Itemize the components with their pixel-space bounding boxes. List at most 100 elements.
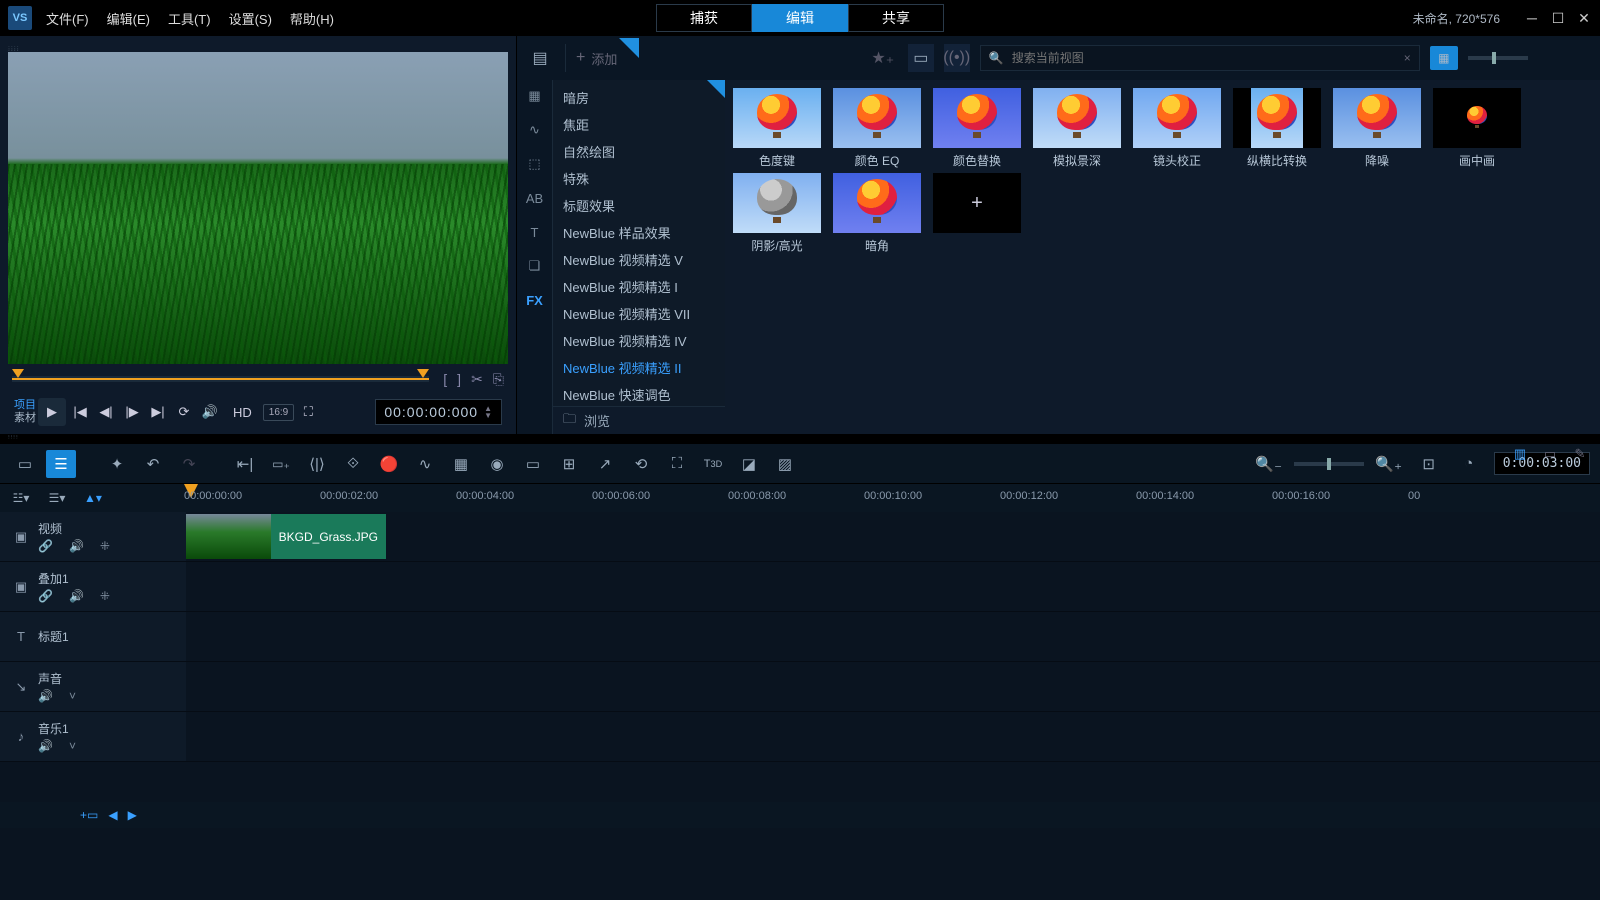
panel-tab-fx-icon[interactable]: FX xyxy=(524,290,546,310)
panel-tab-transition-icon[interactable]: ⬚ xyxy=(524,154,546,174)
tool-6-icon[interactable]: ∿ xyxy=(410,450,440,478)
mute-icon[interactable]: 🔊 xyxy=(69,539,84,553)
zoom-out-icon[interactable]: 🔍₋ xyxy=(1254,450,1284,478)
minimize-icon[interactable]: ─ xyxy=(1524,10,1540,26)
tool-15-icon[interactable]: ◪ xyxy=(734,450,764,478)
menu-tools[interactable]: 工具(T) xyxy=(168,9,211,28)
library-icon[interactable]: ▤ xyxy=(525,44,555,72)
menu-edit[interactable]: 编辑(E) xyxy=(107,9,150,28)
repeat-icon[interactable]: ⟳ xyxy=(172,400,196,424)
panel-tab-audio-icon[interactable]: ∿ xyxy=(524,120,546,140)
category-item[interactable]: NewBlue 样品效果 xyxy=(553,219,725,246)
expand-icon[interactable]: ⛶ xyxy=(296,400,320,424)
preview-mode[interactable]: 项目 素材 xyxy=(14,399,36,425)
snapshot-icon[interactable]: ⎘ xyxy=(493,371,504,388)
effect-thumb[interactable]: 镜头校正 xyxy=(1129,88,1225,169)
redo-icon[interactable]: ↷ xyxy=(174,450,204,478)
split-icon[interactable]: ✂ xyxy=(471,371,483,388)
mute-icon[interactable]: 🔊 xyxy=(38,739,53,753)
aspect-ratio-badge[interactable]: 16:9 xyxy=(263,404,294,421)
link-icon[interactable]: 🔗 xyxy=(38,539,53,553)
layout-c-icon[interactable]: ✎ xyxy=(1568,444,1592,464)
video-clip[interactable]: BKGD_Grass.JPG xyxy=(186,514,386,559)
add-track-button[interactable]: +▭ xyxy=(80,808,98,822)
zoom-in-icon[interactable]: 🔍₊ xyxy=(1374,450,1404,478)
effect-thumb[interactable]: 纵横比转换 xyxy=(1229,88,1325,169)
effect-thumb[interactable]: 颜色 EQ xyxy=(829,88,925,169)
zoom-slider[interactable] xyxy=(1294,462,1364,466)
favorite-corner-icon[interactable] xyxy=(619,38,639,58)
mode-project[interactable]: 项目 xyxy=(14,399,36,412)
play-button[interactable]: ▶ xyxy=(38,398,66,426)
maximize-icon[interactable]: ☐ xyxy=(1550,10,1566,26)
category-item[interactable]: NewBlue 视频精选 IV xyxy=(553,327,725,354)
panel-tab-media-icon[interactable]: ▦ xyxy=(524,86,546,106)
undo-icon[interactable]: ↶ xyxy=(138,450,168,478)
menu-help[interactable]: 帮助(H) xyxy=(290,9,334,28)
track-lane[interactable] xyxy=(186,712,1600,761)
effect-thumb[interactable]: 色度键 xyxy=(729,88,825,169)
view-a-icon[interactable]: ▭ xyxy=(908,44,934,72)
track-header[interactable]: ↘ 声音 🔊 ˅ xyxy=(0,662,186,711)
panel-tab-title-icon[interactable]: AB xyxy=(524,188,546,208)
storyboard-view-icon[interactable]: ▭ xyxy=(10,450,40,478)
fx-icon[interactable]: ⁜ xyxy=(100,589,110,603)
tool-10-icon[interactable]: ⊞ xyxy=(554,450,584,478)
category-item[interactable]: 焦距 xyxy=(553,111,725,138)
mute-icon[interactable]: 🔊 xyxy=(69,589,84,603)
tool-9-icon[interactable]: ▭ xyxy=(518,450,548,478)
effect-thumb[interactable]: 模拟景深 xyxy=(1029,88,1125,169)
prev-frame-icon[interactable]: ◀| xyxy=(94,400,118,424)
favorites-icon[interactable]: ★₊ xyxy=(868,44,898,72)
track-header[interactable]: ▣ 视频 🔗 🔊 ⁜ xyxy=(0,512,186,561)
duration-icon[interactable]: ◔ xyxy=(1454,450,1484,478)
menu-file[interactable]: 文件(F) xyxy=(46,9,89,28)
mark-in-icon[interactable]: [ xyxy=(443,371,447,388)
goto-start-icon[interactable]: |◀ xyxy=(68,400,92,424)
tool-5-icon[interactable]: 🔴 xyxy=(374,450,404,478)
category-item[interactable]: 暗房 xyxy=(553,84,725,111)
tool-16-icon[interactable]: ▨ xyxy=(770,450,800,478)
time-ruler[interactable]: 00:00:00:00 00:00:02:00 00:00:04:00 00:0… xyxy=(184,484,1590,512)
tool-2-icon[interactable]: ▭₊ xyxy=(266,450,296,478)
add-button[interactable]: +添加 xyxy=(576,49,617,68)
mark-out-icon[interactable]: ] xyxy=(457,371,461,388)
category-item[interactable]: NewBlue 视频精选 V xyxy=(553,246,725,273)
panel-tab-text-icon[interactable]: T xyxy=(524,222,546,242)
thumbnail-size-slider[interactable] xyxy=(1468,56,1528,60)
tool-1-icon[interactable]: ⇤| xyxy=(230,450,260,478)
tool-8-icon[interactable]: ◉ xyxy=(482,450,512,478)
category-item[interactable]: NewBlue 视频精选 I xyxy=(553,273,725,300)
timecode-display[interactable]: 00:00:00:000 ▲▼ xyxy=(375,399,502,425)
search-box[interactable]: 🔍 × xyxy=(980,45,1420,71)
tool-7-icon[interactable]: ▦ xyxy=(446,450,476,478)
tools-icon[interactable]: ✦ xyxy=(102,450,132,478)
next-frame-icon[interactable]: |▶ xyxy=(120,400,144,424)
track-header[interactable]: ▣ 叠加1 🔗 🔊 ⁜ xyxy=(0,562,186,611)
track-lane[interactable] xyxy=(186,562,1600,611)
track-lane[interactable]: BKGD_Grass.JPG xyxy=(186,512,1600,561)
category-item[interactable]: NewBlue 快速调色 xyxy=(553,381,725,406)
fit-icon[interactable]: ⊡ xyxy=(1414,450,1444,478)
track-header[interactable]: ♪ 音乐1 🔊 ˅ xyxy=(0,712,186,761)
category-item[interactable]: 标题效果 xyxy=(553,192,725,219)
link-icon[interactable]: 🔗 xyxy=(38,589,53,603)
category-item[interactable]: 特殊 xyxy=(553,165,725,192)
scroll-left-icon[interactable]: ◀ xyxy=(108,808,117,822)
fx-icon[interactable]: ⁜ xyxy=(100,539,110,553)
timecode-stepper[interactable]: ▲▼ xyxy=(484,405,493,419)
effect-thumb[interactable]: 阴影/高光 xyxy=(729,173,825,254)
effect-thumb[interactable]: 暗角 xyxy=(829,173,925,254)
timeline-view-icon[interactable]: ☰ xyxy=(46,450,76,478)
tool-12-icon[interactable]: ⟲ xyxy=(626,450,656,478)
tool-13-icon[interactable]: ⛶ xyxy=(662,450,692,478)
add-effect-button[interactable]: + xyxy=(929,173,1025,254)
track-expand-icon[interactable]: ▲▾ xyxy=(82,488,104,508)
track-lane[interactable] xyxy=(186,662,1600,711)
mute-icon[interactable]: 🔊 xyxy=(38,689,53,703)
tool-4-icon[interactable]: ⟐ xyxy=(338,450,368,478)
expand-icon[interactable]: ˅ xyxy=(69,739,76,753)
clear-search-icon[interactable]: × xyxy=(1404,51,1411,65)
track-options-icon[interactable]: ☳▾ xyxy=(10,488,32,508)
category-item[interactable]: NewBlue 视频精选 VII xyxy=(553,300,725,327)
